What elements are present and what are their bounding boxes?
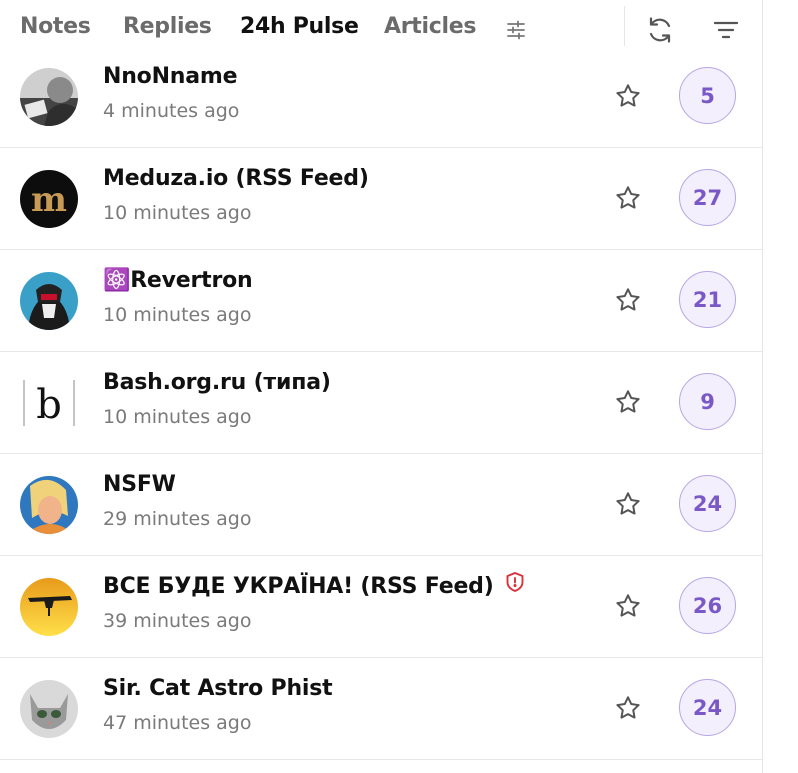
note-count-badge[interactable]: 27 bbox=[679, 169, 736, 226]
star-outline-icon[interactable] bbox=[614, 694, 642, 722]
author-name-text: ВСЕ БУДЕ УКРАЇНА! (RSS Feed) bbox=[103, 574, 494, 599]
note-count-badge[interactable]: 5 bbox=[679, 67, 736, 124]
timestamp: 4 minutes ago bbox=[103, 100, 240, 122]
avatar[interactable] bbox=[20, 680, 78, 738]
tab-notes[interactable]: Notes bbox=[20, 14, 91, 39]
shield-alert-icon bbox=[504, 571, 526, 599]
feed-row[interactable]: NSFW 29 minutes ago 24 bbox=[0, 454, 762, 556]
feed-row[interactable]: ⚛️Revertron 10 minutes ago 21 bbox=[0, 250, 762, 352]
timestamp: 29 minutes ago bbox=[103, 508, 252, 530]
feed-row[interactable]: NnoNname 4 minutes ago 5 bbox=[0, 46, 762, 148]
star-outline-icon[interactable] bbox=[614, 388, 642, 416]
refresh-icon[interactable] bbox=[644, 14, 676, 46]
tab-articles[interactable]: Articles bbox=[384, 14, 476, 39]
feed-panel: Notes Replies 24h Pulse Articles NnoNnam… bbox=[0, 0, 763, 773]
feed-row[interactable]: Sir. Cat Astro Phist 47 minutes ago 24 bbox=[0, 658, 762, 760]
feed-row[interactable]: ВСЕ БУДЕ УКРАЇНА! (RSS Feed) 39 minutes … bbox=[0, 556, 762, 658]
star-outline-icon[interactable] bbox=[614, 592, 642, 620]
author-name[interactable]: NSFW bbox=[103, 472, 176, 497]
avatar[interactable]: m bbox=[20, 170, 78, 228]
avatar[interactable] bbox=[20, 476, 78, 534]
star-outline-icon[interactable] bbox=[614, 490, 642, 518]
avatar[interactable] bbox=[20, 272, 78, 330]
author-name[interactable]: Bash.org.ru (типа) bbox=[103, 370, 331, 395]
feed-row[interactable]: b Bash.org.ru (типа) 10 minutes ago 9 bbox=[0, 352, 762, 454]
tab-24h-pulse[interactable]: 24h Pulse bbox=[240, 14, 359, 39]
author-name[interactable]: NnoNname bbox=[103, 64, 238, 89]
sliders-icon[interactable] bbox=[500, 14, 532, 46]
svg-text:b: b bbox=[36, 382, 62, 428]
timestamp: 10 minutes ago bbox=[103, 304, 252, 326]
avatar[interactable]: b bbox=[20, 374, 78, 432]
timestamp: 10 minutes ago bbox=[103, 202, 252, 224]
star-outline-icon[interactable] bbox=[614, 184, 642, 212]
tab-replies[interactable]: Replies bbox=[123, 14, 212, 39]
star-outline-icon[interactable] bbox=[614, 82, 642, 110]
filter-icon[interactable] bbox=[710, 14, 742, 46]
avatar[interactable] bbox=[20, 68, 78, 126]
note-count-badge[interactable]: 21 bbox=[679, 271, 736, 328]
author-name[interactable]: Sir. Cat Astro Phist bbox=[103, 676, 333, 701]
author-name[interactable]: ⚛️Revertron bbox=[103, 268, 253, 293]
note-count-badge[interactable]: 24 bbox=[679, 679, 736, 736]
avatar[interactable] bbox=[20, 578, 78, 636]
note-count-badge[interactable]: 24 bbox=[679, 475, 736, 532]
author-name[interactable]: ВСЕ БУДЕ УКРАЇНА! (RSS Feed) bbox=[103, 571, 526, 599]
svg-text:m: m bbox=[31, 180, 67, 220]
note-count-badge[interactable]: 9 bbox=[679, 373, 736, 430]
author-name[interactable]: Meduza.io (RSS Feed) bbox=[103, 166, 369, 191]
timestamp: 39 minutes ago bbox=[103, 610, 252, 632]
star-outline-icon[interactable] bbox=[614, 286, 642, 314]
feed-row[interactable]: m Meduza.io (RSS Feed) 10 minutes ago 27 bbox=[0, 148, 762, 250]
timestamp: 47 minutes ago bbox=[103, 712, 252, 734]
timestamp: 10 minutes ago bbox=[103, 406, 252, 428]
note-count-badge[interactable]: 26 bbox=[679, 577, 736, 634]
